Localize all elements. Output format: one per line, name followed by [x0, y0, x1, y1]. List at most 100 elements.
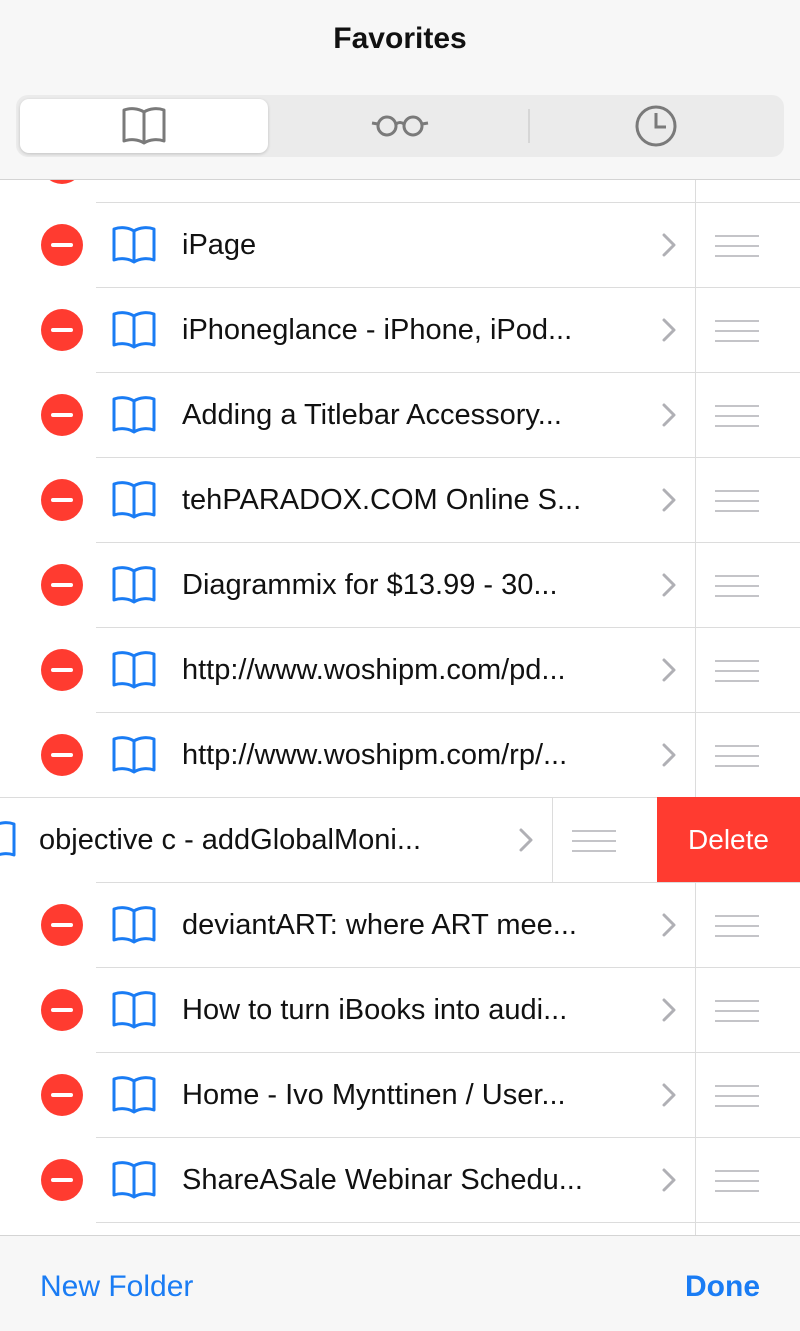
- list-item[interactable]: deviantART: where ART mee...: [0, 882, 800, 967]
- chevron-right-icon[interactable]: [658, 402, 680, 428]
- reorder-handle-icon[interactable]: [715, 1000, 759, 1022]
- reorder-handle-icon[interactable]: [715, 575, 759, 597]
- reorder-handle-icon[interactable]: [715, 660, 759, 682]
- bottom-toolbar: New Folder Done: [0, 1235, 800, 1331]
- book-icon: [112, 906, 156, 944]
- list-item[interactable]: http://www.woshipm.com/rp/...: [0, 712, 800, 797]
- chevron-right-icon[interactable]: [658, 572, 680, 598]
- chevron-right-icon[interactable]: [658, 742, 680, 768]
- tab-reading-list[interactable]: [276, 99, 524, 153]
- delete-toggle-partial[interactable]: [41, 180, 83, 184]
- reorder-handle-icon[interactable]: [715, 1085, 759, 1107]
- page-title: Favorites: [333, 22, 467, 55]
- book-icon: [122, 107, 166, 145]
- book-icon: [112, 651, 156, 689]
- reading-glasses-icon: [371, 115, 429, 137]
- row-separator: [96, 1052, 800, 1053]
- row-separator: [96, 1222, 800, 1223]
- bookmark-title: deviantART: where ART mee...: [182, 909, 577, 941]
- book-icon: [112, 991, 156, 1029]
- reorder-handle-icon[interactable]: [715, 235, 759, 257]
- delete-toggle-button[interactable]: [41, 734, 83, 776]
- delete-toggle-button[interactable]: [41, 564, 83, 606]
- bookmark-title: Diagrammix for $13.99 - 30...: [182, 569, 558, 601]
- bookmark-title: tehPARADOX.COM Online S...: [182, 484, 582, 516]
- row-separator: [96, 882, 800, 883]
- delete-toggle-button[interactable]: [41, 224, 83, 266]
- reorder-handle-icon[interactable]: [715, 490, 759, 512]
- row-separator: [96, 457, 800, 458]
- bookmark-list: iPage iPhoneglance - iPhone, iPod... Add…: [0, 180, 800, 1235]
- delete-toggle-button[interactable]: [41, 649, 83, 691]
- segmented-control: [16, 95, 784, 157]
- bookmark-title: objective c - addGlobalMoni...: [39, 824, 422, 856]
- delete-toggle-button[interactable]: [41, 1074, 83, 1116]
- chevron-right-icon[interactable]: [658, 657, 680, 683]
- bookmark-title: Adding a Titlebar Accessory...: [182, 399, 562, 431]
- chevron-right-icon[interactable]: [658, 487, 680, 513]
- chevron-right-icon[interactable]: [658, 912, 680, 938]
- reorder-handle-icon[interactable]: [715, 915, 759, 937]
- delete-toggle-button[interactable]: [41, 479, 83, 521]
- row-separator: [96, 542, 800, 543]
- chevron-right-icon[interactable]: [658, 997, 680, 1023]
- book-icon: [112, 736, 156, 774]
- list-item[interactable]: Diagrammix for $13.99 - 30...: [0, 542, 800, 627]
- chevron-right-icon[interactable]: [658, 317, 680, 343]
- book-icon: [112, 311, 156, 349]
- chevron-right-icon[interactable]: [658, 1082, 680, 1108]
- row-separator: [96, 287, 800, 288]
- reorder-handle-icon[interactable]: [715, 320, 759, 342]
- row-separator: [96, 627, 800, 628]
- reorder-column-divider: [552, 797, 553, 882]
- list-item[interactable]: iPhoneglance - iPhone, iPod...: [0, 287, 800, 372]
- row-separator: [96, 712, 800, 713]
- list-item[interactable]: http://www.woshipm.com/pd...: [0, 627, 800, 712]
- bookmark-title: ShareASale Webinar Schedu...: [182, 1164, 583, 1196]
- reorder-handle-icon[interactable]: [715, 405, 759, 427]
- list-item[interactable]: Home - Ivo Mynttinen / User...: [0, 1052, 800, 1137]
- list-item[interactable]: tehPARADOX.COM Online S...: [0, 457, 800, 542]
- chevron-right-icon[interactable]: [515, 827, 537, 853]
- bookmark-title: Home - Ivo Mynttinen / User...: [182, 1079, 566, 1111]
- done-button[interactable]: Done: [685, 1270, 760, 1304]
- list-item[interactable]: How to turn iBooks into audi...: [0, 967, 800, 1052]
- reorder-handle-icon[interactable]: [715, 745, 759, 767]
- tab-bookmarks[interactable]: [20, 99, 268, 153]
- bookmark-title: http://www.woshipm.com/rp/...: [182, 739, 568, 771]
- bookmark-title: http://www.woshipm.com/pd...: [182, 654, 566, 686]
- bookmark-title: How to turn iBooks into audi...: [182, 994, 568, 1026]
- reorder-handle-icon[interactable]: [715, 1170, 759, 1192]
- new-folder-button[interactable]: New Folder: [40, 1270, 193, 1304]
- chevron-right-icon[interactable]: [658, 1167, 680, 1193]
- list-item-swiped[interactable]: objective c - addGlobalMoni... Delete: [0, 797, 800, 882]
- tab-history[interactable]: [532, 99, 780, 153]
- list-item[interactable]: Adding a Titlebar Accessory...: [0, 372, 800, 457]
- book-icon: [112, 396, 156, 434]
- list-end: [0, 1222, 800, 1235]
- list-item[interactable]: ShareASale Webinar Schedu...: [0, 1137, 800, 1222]
- delete-toggle-button[interactable]: [41, 309, 83, 351]
- list-item[interactable]: iPage: [0, 202, 800, 287]
- delete-toggle-button[interactable]: [41, 1159, 83, 1201]
- row-separator: [96, 202, 800, 203]
- delete-toggle-button[interactable]: [41, 904, 83, 946]
- row-separator: [96, 1137, 800, 1138]
- delete-button[interactable]: Delete: [657, 797, 800, 882]
- chevron-right-icon[interactable]: [658, 232, 680, 258]
- bookmark-title: iPage: [182, 229, 257, 261]
- row-separator: [96, 372, 800, 373]
- book-icon: [112, 566, 156, 604]
- header: Favorites: [0, 0, 800, 180]
- clock-icon: [635, 105, 677, 147]
- book-icon: [112, 481, 156, 519]
- segment-divider: [528, 109, 530, 143]
- delete-toggle-button[interactable]: [41, 989, 83, 1031]
- bookmark-title: iPhoneglance - iPhone, iPod...: [182, 314, 573, 346]
- book-icon: [112, 1161, 156, 1199]
- favorites-screen: Favorites iPage iPhoneglance - iPhone, i…: [0, 0, 800, 1331]
- book-icon: [112, 226, 156, 264]
- reorder-handle-icon[interactable]: [572, 830, 616, 852]
- delete-toggle-button[interactable]: [41, 394, 83, 436]
- book-icon: [112, 1076, 156, 1114]
